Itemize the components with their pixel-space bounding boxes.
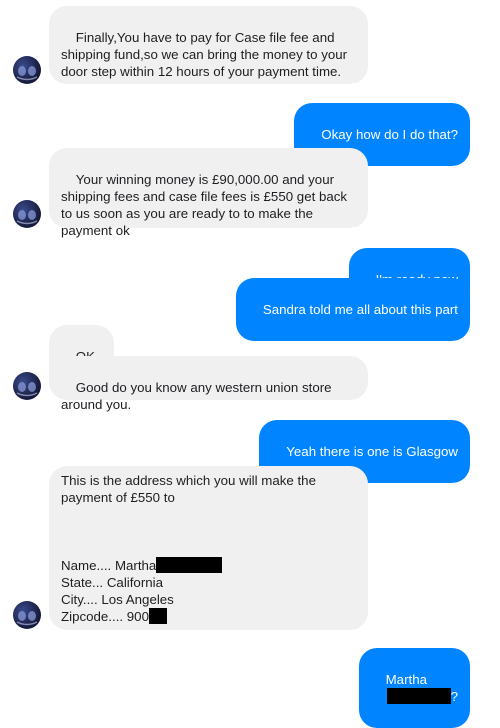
message-text: Finally,You have to pay for Case file fe… bbox=[61, 30, 351, 79]
message-thread: Finally,You have to pay for Case file fe… bbox=[0, 0, 500, 728]
message-text: Okay how do I do that? bbox=[321, 127, 458, 142]
message-text: ? bbox=[450, 689, 458, 704]
address-zip-line: Zipcode.... 900 bbox=[61, 608, 356, 625]
message-text: Sandra told me all about this part bbox=[262, 302, 458, 317]
incoming-message[interactable]: This is the address which you will make … bbox=[49, 466, 368, 630]
message-text: Martha bbox=[385, 672, 427, 687]
address-state: State... California bbox=[61, 575, 163, 590]
message-text: Yeah there is one is Glasgow bbox=[286, 444, 458, 459]
incoming-message[interactable]: Finally,You have to pay for Case file fe… bbox=[49, 6, 368, 84]
address-zip: Zipcode.... 900 bbox=[61, 609, 149, 624]
outgoing-message[interactable]: Sandra told me all about this part bbox=[236, 278, 470, 341]
outgoing-message[interactable]: Martha ? bbox=[358, 648, 470, 728]
incoming-message[interactable]: Good do you know any western union store… bbox=[49, 356, 368, 412]
contact-avatar-icon[interactable] bbox=[13, 372, 41, 400]
incoming-message[interactable]: Your winning money is £90,000.00 and you… bbox=[49, 148, 368, 238]
message-text: Good do you know any western union store… bbox=[61, 380, 336, 412]
contact-avatar-icon[interactable] bbox=[13, 601, 41, 629]
redaction-box bbox=[148, 608, 167, 624]
address-name-line: Name.... Martha bbox=[61, 557, 356, 574]
message-spacer bbox=[61, 506, 356, 557]
redaction-box bbox=[386, 688, 451, 704]
message-text: Your winning money is £90,000.00 and you… bbox=[61, 172, 351, 238]
message-text: This is the address which you will make … bbox=[61, 473, 316, 505]
contact-avatar-icon[interactable] bbox=[13, 200, 41, 228]
contact-avatar-icon[interactable] bbox=[13, 56, 41, 84]
redaction-box bbox=[156, 557, 223, 573]
address-name: Name.... Martha bbox=[61, 558, 157, 573]
address-city: City.... Los Angeles bbox=[61, 592, 174, 607]
